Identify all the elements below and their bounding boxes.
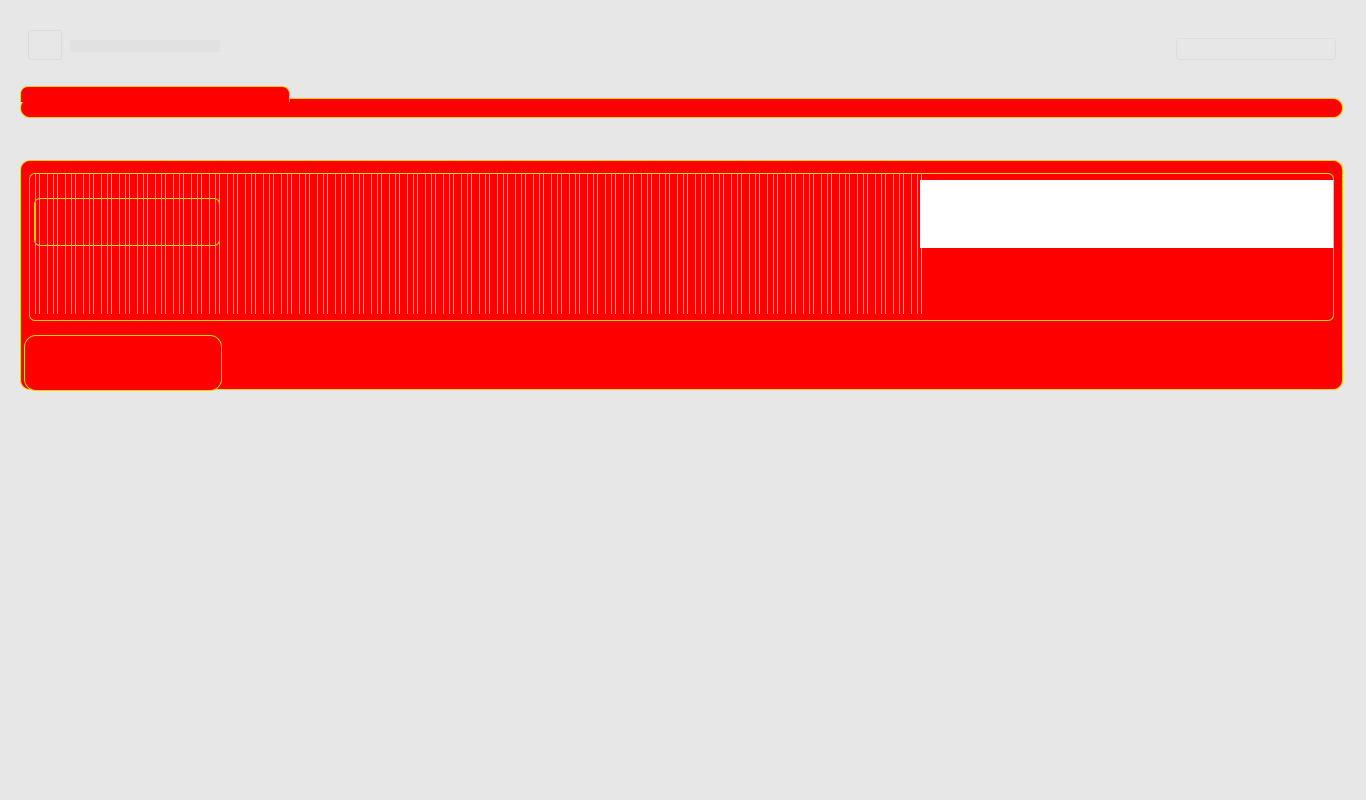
tab-active[interactable]	[20, 86, 290, 102]
app-title	[70, 40, 220, 52]
main-panel	[20, 160, 1343, 391]
content-area	[29, 173, 1334, 321]
tab-strip	[20, 86, 1343, 126]
top-bar	[0, 0, 1366, 80]
action-button[interactable]	[24, 335, 222, 391]
input-field[interactable]	[34, 198, 220, 246]
blank-area	[920, 180, 1333, 248]
top-right-action[interactable]	[1176, 38, 1336, 60]
logo-icon	[28, 30, 62, 60]
